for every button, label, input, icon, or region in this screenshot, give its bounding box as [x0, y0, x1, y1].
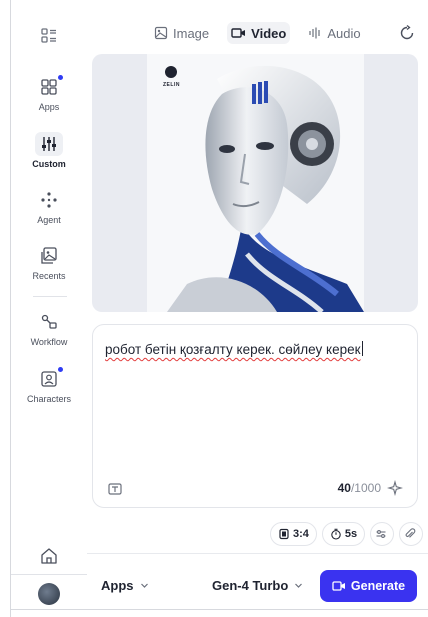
sidebar-item-label: Apps — [38, 102, 60, 112]
model-dropdown-label: Gen-4 Turbo — [212, 578, 289, 593]
sidebar-item-apps[interactable]: Apps — [11, 75, 87, 112]
paperclip-icon — [405, 528, 415, 538]
sidebar-item-label: Agent — [37, 215, 61, 225]
tab-label: Audio — [327, 25, 361, 41]
timer-icon — [331, 528, 341, 540]
workflow-icon — [38, 311, 60, 333]
tab-audio[interactable]: Audio — [304, 22, 364, 44]
sidebar-item-label: Custom — [32, 159, 66, 169]
generate-button[interactable]: Generate — [320, 570, 417, 602]
chevron-down-icon — [295, 583, 303, 588]
sidebar-bottom-divider — [11, 574, 87, 575]
apps-dropdown-label: Apps — [101, 578, 134, 593]
duration-value: 5s — [344, 528, 358, 540]
aspect-ratio-icon — [279, 528, 289, 540]
generated-image-preview[interactable]: ZELIN — [92, 54, 418, 312]
prompt-text: робот бетін қозғалту керек. сөйлеу керек — [105, 342, 361, 357]
sidebar-item-recents[interactable]: Recents — [11, 245, 87, 281]
preview-logo-text: ZELIN — [163, 82, 180, 88]
counter-max: /1000 — [350, 481, 381, 495]
sidebar-item-agent[interactable]: Agent — [11, 189, 87, 225]
sidebar-item-label: Workflow — [30, 337, 68, 347]
characters-badge-dot — [58, 367, 63, 372]
tab-label: Image — [173, 25, 210, 41]
audio-wave-icon — [309, 27, 320, 39]
sidebar-item-characters[interactable]: Characters — [11, 367, 87, 404]
agent-nodes-icon — [38, 189, 60, 211]
image-to-text-icon[interactable] — [107, 481, 123, 497]
tab-label: Video — [251, 25, 287, 41]
characters-icon — [38, 367, 63, 390]
chevron-down-icon — [140, 583, 148, 588]
sidebar-item-custom[interactable]: Custom — [11, 133, 87, 169]
video-icon — [231, 28, 246, 38]
prompt-card: робот бетін қозғалту керек. сөйлеу керек… — [92, 324, 418, 508]
sidebar-item-label: Recents — [32, 271, 66, 281]
media-type-tabs: Image Video Audio — [150, 22, 379, 44]
character-counter: 40/1000 — [338, 481, 381, 495]
apps-dropdown[interactable]: Apps — [101, 578, 149, 593]
prompt-input[interactable]: робот бетін қозғалту керек. сөйлеу керек — [105, 341, 363, 357]
grid-layout-icon[interactable] — [39, 26, 59, 46]
model-dropdown[interactable]: Gen-4 Turbo — [212, 578, 303, 593]
sliders-icon — [38, 133, 60, 155]
generate-button-label: Generate — [350, 579, 406, 593]
apps-badge-dot — [58, 75, 63, 80]
robot-portrait-image — [147, 54, 364, 312]
settings-sliders-icon — [376, 530, 386, 538]
apps-grid-icon — [38, 75, 63, 98]
tab-video[interactable]: Video — [227, 22, 291, 44]
aspect-ratio-value: 3:4 — [293, 528, 309, 540]
video-icon — [332, 581, 345, 591]
refresh-icon[interactable] — [398, 24, 416, 42]
text-caret — [361, 341, 363, 356]
sidebar: Apps Custom Agent Recents Workflow Chara… — [11, 0, 87, 609]
settings-chip[interactable] — [370, 522, 395, 546]
sidebar-item-workflow[interactable]: Workflow — [11, 311, 87, 347]
sidebar-divider — [33, 296, 67, 297]
sparkle-enhance-icon[interactable] — [387, 480, 403, 496]
home-icon[interactable] — [39, 546, 59, 566]
frame-bottom-border — [10, 609, 428, 610]
bottom-toolbar: Apps Gen-4 Turbo Generate — [87, 553, 428, 609]
attach-chip[interactable] — [399, 522, 424, 546]
image-icon — [154, 26, 168, 40]
generation-options: 3:4 5s — [270, 522, 428, 546]
aspect-ratio-chip[interactable]: 3:4 — [270, 522, 317, 546]
duration-chip[interactable]: 5s — [321, 522, 366, 546]
recents-images-icon — [38, 245, 60, 267]
avatar[interactable] — [38, 583, 60, 605]
sidebar-item-label: Characters — [26, 394, 71, 404]
tab-image[interactable]: Image — [150, 22, 213, 44]
counter-current: 40 — [337, 481, 351, 495]
